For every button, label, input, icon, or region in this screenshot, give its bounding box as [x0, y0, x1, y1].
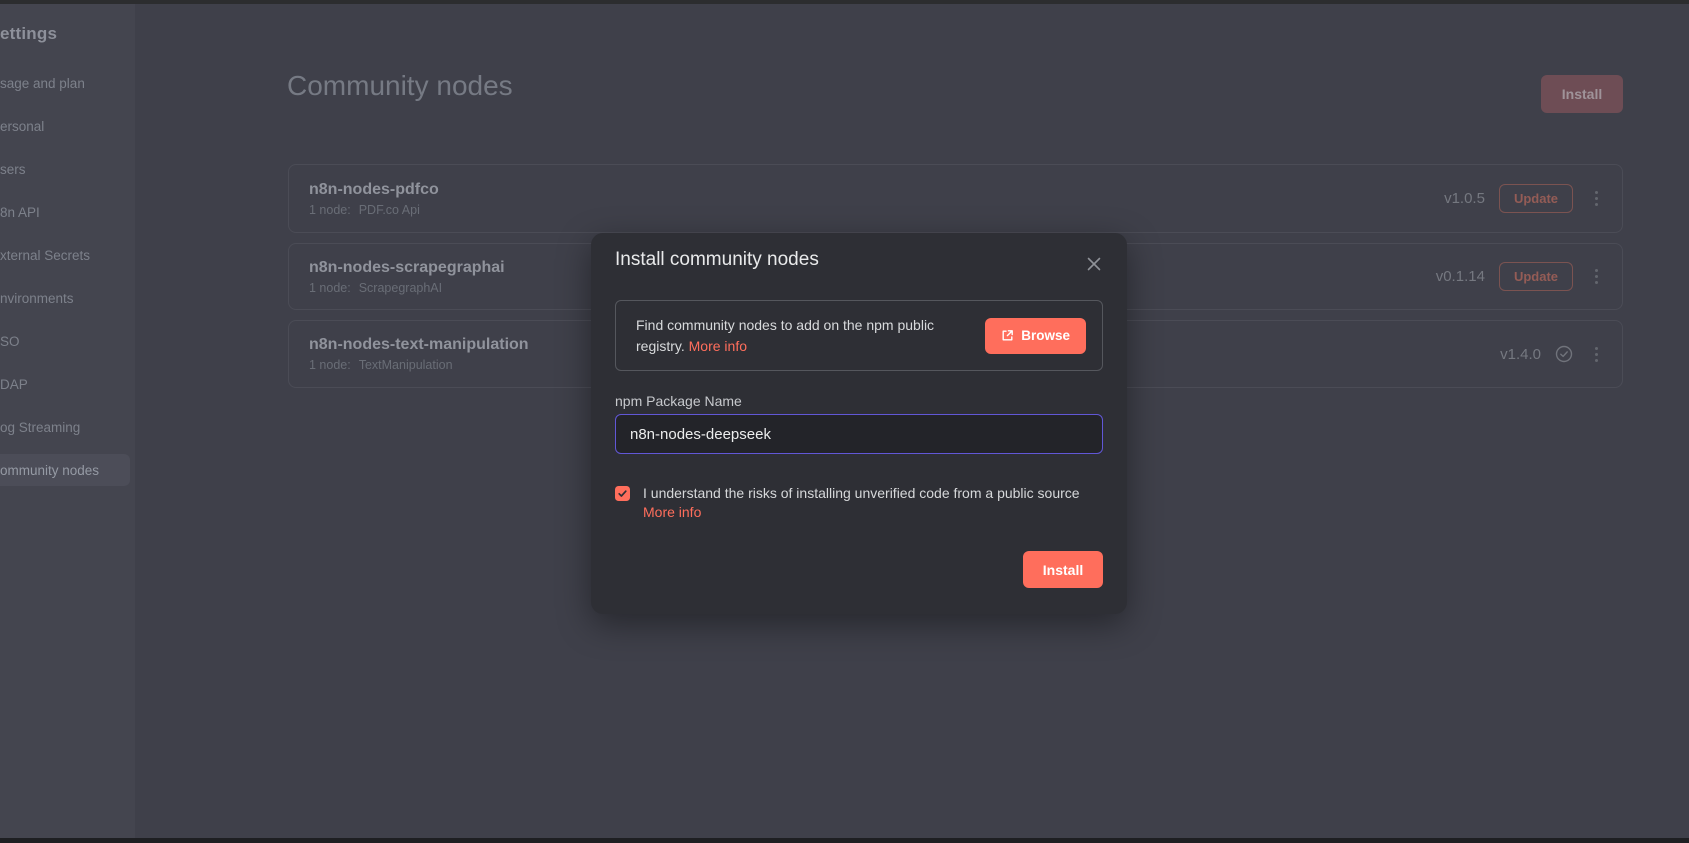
install-button[interactable]: Install: [1541, 75, 1623, 113]
npm-registry-info-callout: Find community nodes to add on the npm p…: [615, 300, 1103, 371]
npm-package-name-input[interactable]: [615, 414, 1103, 454]
window-top-strip: [0, 0, 1689, 4]
nodes-count-label: 1 node:: [309, 358, 351, 372]
up-to-date-check-icon: [1555, 345, 1573, 363]
package-actions: v1.0.5 Update: [1444, 184, 1604, 213]
risk-more-info-link[interactable]: More info: [643, 503, 1127, 522]
window-bottom-strip: [0, 838, 1689, 843]
sidebar-item-n8n-api[interactable]: 8n API: [0, 191, 135, 234]
package-name: n8n-nodes-scrapegraphai: [309, 259, 505, 277]
npm-package-name-label: npm Package Name: [615, 393, 1103, 409]
sidebar-item-log-streaming[interactable]: og Streaming: [0, 406, 135, 449]
browse-button[interactable]: Browse: [985, 318, 1086, 354]
kebab-menu-icon[interactable]: [1589, 265, 1604, 288]
sidebar-item-users[interactable]: sers: [0, 148, 135, 191]
more-info-link[interactable]: More info: [689, 338, 747, 354]
package-version: v1.0.5: [1444, 190, 1485, 207]
risk-statement: I understand the risks of installing unv…: [643, 484, 1127, 503]
settings-sidebar: ettings sage and plan ersonal sers 8n AP…: [0, 4, 135, 838]
modal-install-button[interactable]: Install: [1023, 551, 1103, 588]
nodes-count-label: 1 node:: [309, 281, 351, 295]
sidebar-item-ldap[interactable]: DAP: [0, 363, 135, 406]
package-card-pdfco: n8n-nodes-pdfco 1 node: PDF.co Api v1.0.5…: [288, 164, 1623, 233]
package-subtitle: 1 node: ScrapegraphAI: [309, 281, 505, 295]
package-actions: v0.1.14 Update: [1436, 262, 1604, 291]
nodes-count-label: 1 node:: [309, 203, 351, 217]
node-names: TextManipulation: [359, 358, 453, 372]
n8n-settings-page: ettings sage and plan ersonal sers 8n AP…: [0, 0, 1689, 843]
sidebar-menu: sage and plan ersonal sers 8n API xterna…: [0, 62, 135, 492]
risk-checkbox[interactable]: [615, 486, 630, 501]
kebab-menu-icon[interactable]: [1589, 187, 1604, 210]
browse-button-label: Browse: [1021, 328, 1070, 343]
info-text: Find community nodes to add on the npm p…: [636, 315, 985, 357]
package-actions: v1.4.0: [1500, 343, 1604, 366]
package-info: n8n-nodes-text-manipulation 1 node: TextM…: [309, 336, 529, 372]
package-info: n8n-nodes-pdfco 1 node: PDF.co Api: [309, 181, 439, 217]
update-button[interactable]: Update: [1499, 262, 1573, 291]
modal-title: Install community nodes: [615, 247, 1103, 273]
package-subtitle: 1 node: TextManipulation: [309, 358, 529, 372]
sidebar-title: ettings: [0, 4, 135, 44]
sidebar-item-environments[interactable]: nvironments: [0, 277, 135, 320]
external-link-icon: [1001, 329, 1014, 342]
close-icon[interactable]: [1085, 255, 1103, 273]
kebab-menu-icon[interactable]: [1589, 343, 1604, 366]
install-community-nodes-modal: Install community nodes Find community n…: [591, 233, 1127, 614]
page-title: Community nodes: [287, 70, 513, 102]
risk-text: I understand the risks of installing unv…: [643, 484, 1127, 522]
sidebar-item-usage-and-plan[interactable]: sage and plan: [0, 62, 135, 105]
info-text-body: Find community nodes to add on the npm p…: [636, 317, 934, 354]
node-names: PDF.co Api: [359, 203, 420, 217]
package-subtitle: 1 node: PDF.co Api: [309, 203, 439, 217]
sidebar-item-external-secrets[interactable]: xternal Secrets: [0, 234, 135, 277]
sidebar-item-sso[interactable]: SO: [0, 320, 135, 363]
package-name: n8n-nodes-pdfco: [309, 181, 439, 199]
sidebar-item-personal[interactable]: ersonal: [0, 105, 135, 148]
update-button[interactable]: Update: [1499, 184, 1573, 213]
sidebar-item-community-nodes[interactable]: ommunity nodes: [0, 454, 130, 486]
package-version: v1.4.0: [1500, 346, 1541, 363]
risk-acknowledgement: I understand the risks of installing unv…: [615, 484, 1103, 522]
checkmark-icon: [617, 488, 628, 499]
package-name: n8n-nodes-text-manipulation: [309, 336, 529, 354]
package-version: v0.1.14: [1436, 268, 1485, 285]
package-info: n8n-nodes-scrapegraphai 1 node: Scrapegra…: [309, 259, 505, 295]
node-names: ScrapegraphAI: [359, 281, 442, 295]
